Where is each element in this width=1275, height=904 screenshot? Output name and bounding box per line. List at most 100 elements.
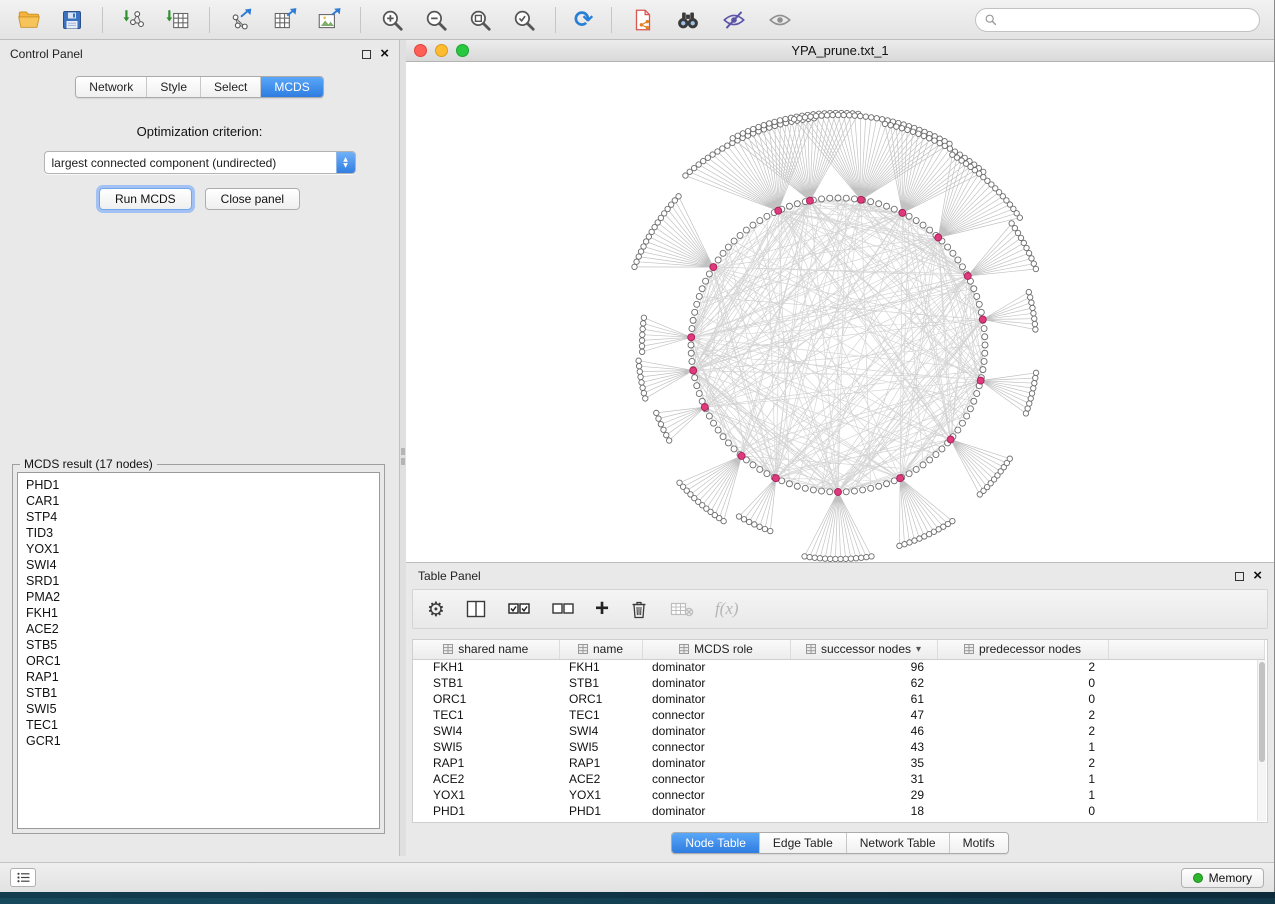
list-item[interactable]: TEC1 [18, 717, 379, 733]
close-panel-button[interactable]: Close panel [205, 188, 300, 210]
zoom-fit-button[interactable] [461, 5, 499, 35]
search-input[interactable] [1002, 13, 1251, 27]
table-cell[interactable]: RAP1 [413, 755, 559, 771]
save-session-button[interactable] [54, 6, 90, 34]
table-cell[interactable]: dominator [642, 659, 790, 675]
deselect-all-rows-button[interactable] [551, 599, 575, 619]
list-item[interactable]: SRD1 [18, 573, 379, 589]
list-item[interactable]: ACE2 [18, 621, 379, 637]
table-cell[interactable]: connector [642, 787, 790, 803]
table-cell[interactable]: dominator [642, 803, 790, 819]
table-row[interactable]: PHD1PHD1dominator180 [413, 803, 1265, 819]
criterion-dropdown[interactable]: largest connected component (undirected)… [44, 151, 356, 174]
list-item[interactable]: ORC1 [18, 653, 379, 669]
table-cell[interactable]: FKH1 [559, 659, 642, 675]
export-table-button[interactable] [266, 5, 304, 35]
splitter-grip[interactable] [401, 458, 405, 465]
export-network-button[interactable] [222, 5, 260, 35]
column-header-successor-nodes[interactable]: successor nodes ▾ [790, 640, 937, 659]
column-header-name[interactable]: name [559, 640, 642, 659]
list-item[interactable]: CAR1 [18, 493, 379, 509]
table-row[interactable]: TEC1TEC1connector472 [413, 707, 1265, 723]
table-row[interactable]: ACE2ACE2connector311 [413, 771, 1265, 787]
tab-network-table[interactable]: Network Table [846, 833, 949, 853]
table-row[interactable]: SWI4SWI4dominator462 [413, 723, 1265, 739]
close-table-panel-icon[interactable]: × [1253, 571, 1262, 581]
table-cell[interactable]: 47 [790, 707, 937, 723]
tab-network[interactable]: Network [76, 77, 146, 97]
network-titlebar[interactable]: YPA_prune.txt_1 [406, 40, 1274, 62]
export-image-button[interactable] [310, 5, 348, 35]
tab-style[interactable]: Style [146, 77, 200, 97]
table-cell[interactable]: ORC1 [413, 691, 559, 707]
mcds-result-list[interactable]: PHD1CAR1STP4TID3YOX1SWI4SRD1PMA2FKH1ACE2… [17, 472, 380, 829]
zoom-selected-button[interactable] [505, 5, 543, 35]
list-item[interactable]: RAP1 [18, 669, 379, 685]
column-header-predecessor-nodes[interactable]: predecessor nodes [937, 640, 1108, 659]
table-row[interactable]: ORC1ORC1dominator610 [413, 691, 1265, 707]
table-cell[interactable]: 2 [937, 755, 1108, 771]
table-cell[interactable]: TEC1 [413, 707, 559, 723]
table-cell[interactable]: 1 [937, 771, 1108, 787]
table-cell[interactable]: dominator [642, 675, 790, 691]
table-row[interactable]: FKH1FKH1dominator962 [413, 659, 1265, 675]
table-cell[interactable]: 35 [790, 755, 937, 771]
add-column-button[interactable]: + [595, 599, 609, 619]
table-cell[interactable]: ACE2 [559, 771, 642, 787]
table-row[interactable]: RAP1RAP1dominator352 [413, 755, 1265, 771]
tab-node-table[interactable]: Node Table [672, 833, 759, 853]
table-cell[interactable]: dominator [642, 691, 790, 707]
import-network-button[interactable] [115, 5, 153, 35]
table-row[interactable]: STB1STB1dominator620 [413, 675, 1265, 691]
table-cell[interactable]: 29 [790, 787, 937, 803]
list-item[interactable]: STB5 [18, 637, 379, 653]
import-table-button[interactable] [159, 5, 197, 35]
hide-selected-button[interactable] [714, 5, 754, 35]
list-item[interactable]: TID3 [18, 525, 379, 541]
column-header-shared-name[interactable]: shared name [413, 640, 559, 659]
tab-mcds[interactable]: MCDS [260, 77, 322, 97]
float-panel-icon[interactable] [362, 50, 371, 59]
table-cell[interactable]: connector [642, 739, 790, 755]
table-cell[interactable]: PHD1 [413, 803, 559, 819]
table-cell[interactable]: 96 [790, 659, 937, 675]
run-mcds-button[interactable]: Run MCDS [99, 188, 192, 210]
table-cell[interactable]: 61 [790, 691, 937, 707]
select-all-rows-button[interactable] [507, 599, 531, 619]
table-cell[interactable]: 31 [790, 771, 937, 787]
search-network-button[interactable] [668, 5, 708, 35]
zoom-in-button[interactable] [373, 5, 411, 35]
table-row[interactable]: YOX1YOX1connector291 [413, 787, 1265, 803]
table-cell[interactable]: 18 [790, 803, 937, 819]
table-cell[interactable]: ACE2 [413, 771, 559, 787]
table-cell[interactable]: dominator [642, 755, 790, 771]
share-document-button[interactable] [624, 5, 662, 35]
table-row[interactable]: SWI5SWI5connector431 [413, 739, 1265, 755]
table-scrollbar-thumb[interactable] [1259, 662, 1265, 762]
open-file-button[interactable] [10, 5, 48, 35]
panel-menu-button[interactable] [10, 868, 36, 887]
table-cell[interactable]: STB1 [413, 675, 559, 691]
function-builder-button[interactable]: f(x) [715, 599, 739, 619]
memory-button[interactable]: Memory [1181, 868, 1264, 888]
list-item[interactable]: FKH1 [18, 605, 379, 621]
table-cell[interactable]: SWI4 [559, 723, 642, 739]
table-cell[interactable]: ORC1 [559, 691, 642, 707]
table-cell[interactable]: 1 [937, 787, 1108, 803]
apply-layout-button[interactable]: ⟳ [568, 6, 599, 34]
table-cell[interactable]: SWI5 [559, 739, 642, 755]
table-cell[interactable]: 2 [937, 707, 1108, 723]
table-cell[interactable]: connector [642, 771, 790, 787]
table-cell[interactable]: FKH1 [413, 659, 559, 675]
show-all-button[interactable] [760, 5, 800, 35]
table-cell[interactable]: STB1 [559, 675, 642, 691]
table-cell[interactable]: connector [642, 707, 790, 723]
global-search-field[interactable] [975, 8, 1260, 32]
table-cell[interactable]: 62 [790, 675, 937, 691]
tab-edge-table[interactable]: Edge Table [759, 833, 846, 853]
table-cell[interactable]: SWI5 [413, 739, 559, 755]
table-cell[interactable]: RAP1 [559, 755, 642, 771]
delete-table-button[interactable] [669, 599, 695, 619]
table-cell[interactable]: PHD1 [559, 803, 642, 819]
table-cell[interactable]: 1 [937, 739, 1108, 755]
